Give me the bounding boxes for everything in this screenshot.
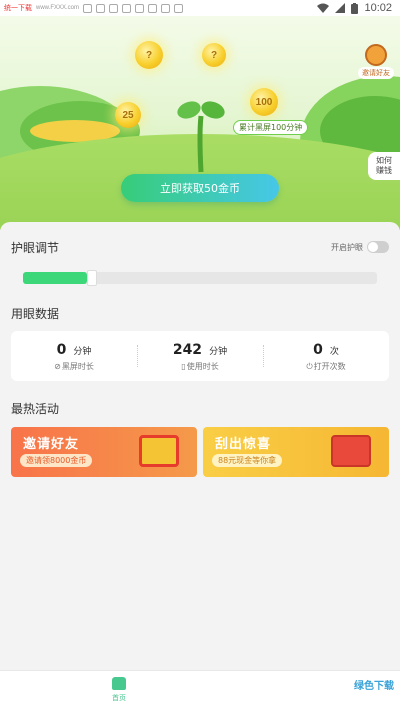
notification-icon — [135, 3, 145, 13]
signal-icon — [335, 3, 346, 13]
brightness-slider-handle[interactable] — [87, 270, 97, 286]
notification-icon — [148, 3, 158, 13]
stat-unit: 分钟 — [209, 347, 228, 357]
battery-icon — [351, 2, 359, 14]
usage-stats-card: 0 分钟 ⊘黑屏时长 242 分钟 ▯使用时长 0 次 ⏻打开次数 — [11, 331, 389, 381]
how-to-earn-line1: 如何 — [376, 156, 392, 165]
sprout-icon — [177, 101, 225, 173]
promo-scratch-card[interactable]: 刮出惊喜 88元现金等你拿 — [203, 427, 389, 477]
stat-label: 使用时长 — [186, 362, 219, 371]
watermark-logo: 绿色下载 — [354, 681, 394, 692]
eye-care-toggle-row: 开启护眼 — [331, 241, 389, 253]
promo-subtitle: 邀请领8000金币 — [20, 454, 93, 467]
notification-icon — [83, 3, 93, 13]
accumulate-label: 累计黑屏100分钟 — [233, 120, 309, 135]
brightness-slider-fill — [23, 272, 87, 284]
status-time: 10:02 — [364, 2, 392, 14]
home-icon — [112, 677, 126, 690]
coin-icon[interactable]: ? — [202, 43, 226, 67]
promo-title: 邀请好友 — [23, 437, 80, 452]
red-envelope-icon — [331, 435, 371, 467]
invite-corner-label: 邀请好友 — [358, 67, 394, 79]
invite-friends-corner-button[interactable]: 邀请好友 — [358, 44, 394, 79]
promo-invite-friends[interactable]: 邀请好友 邀请领8000金币 — [11, 427, 197, 477]
power-icon: ⏻ — [306, 362, 313, 371]
get-coins-button[interactable]: 立即获取50金币 — [121, 174, 279, 202]
bottom-nav: 首页 绿色下载 — [0, 670, 400, 711]
stat-open-count: 0 次 ⏻打开次数 — [263, 331, 389, 381]
moon-icon: ⊘ — [54, 362, 61, 371]
notification-icon — [161, 3, 171, 13]
tab-home[interactable]: 首页 — [104, 677, 134, 703]
stat-unit: 次 — [329, 347, 339, 357]
monkey-avatar-icon — [365, 44, 387, 66]
eye-care-toggle[interactable] — [367, 241, 389, 253]
home-tab-label: 首页 — [112, 694, 126, 702]
how-to-earn-button[interactable]: 如何 赚钱 — [368, 152, 400, 180]
hero-scene: ? ? 25 100 累计黑屏100分钟 邀请好友 如何 赚钱 立即获取50金币 — [0, 16, 400, 230]
stat-label: 黑屏时长 — [61, 362, 94, 371]
stat-label: 打开次数 — [313, 362, 346, 371]
brightness-slider[interactable] — [23, 270, 377, 286]
wifi-icon — [317, 3, 330, 13]
stat-value: 242 — [172, 342, 203, 358]
coin-icon[interactable]: 25 — [115, 102, 141, 128]
eye-care-title: 护眼调节 — [11, 241, 60, 255]
promo-subtitle: 88元现金等你拿 — [212, 454, 283, 467]
image-icon — [174, 3, 184, 13]
usage-data-title: 用眼数据 — [11, 307, 60, 321]
status-url: www.FXXX.com — [36, 5, 80, 11]
eye-care-toggle-label: 开启护眼 — [331, 242, 363, 252]
stat-value: 0 — [313, 342, 323, 358]
how-to-earn-line2: 赚钱 — [376, 166, 392, 175]
status-bar: 统一下载 www.FXXX.com 10:02 — [0, 0, 400, 16]
notification-icon — [109, 3, 119, 13]
status-brand: 统一下载 — [4, 5, 32, 12]
phone-icon: ▯ — [181, 362, 186, 371]
notification-icon — [122, 3, 132, 13]
gift-box-icon — [139, 435, 179, 467]
notification-icon — [96, 3, 106, 13]
stat-screen-off: 0 分钟 ⊘黑屏时长 — [11, 331, 137, 381]
stat-value: 0 — [56, 342, 67, 358]
hot-activities-title: 最热活动 — [11, 402, 60, 416]
main-content: 护眼调节 开启护眼 用眼数据 0 分钟 ⊘黑屏时长 242 分钟 ▯使用时长 0… — [0, 222, 400, 670]
coin-icon[interactable]: ? — [135, 41, 163, 69]
stat-unit: 分钟 — [73, 347, 92, 357]
stat-usage-time: 242 分钟 ▯使用时长 — [137, 331, 263, 381]
coin-icon[interactable]: 100 — [250, 88, 278, 116]
promo-title: 刮出惊喜 — [215, 437, 272, 452]
